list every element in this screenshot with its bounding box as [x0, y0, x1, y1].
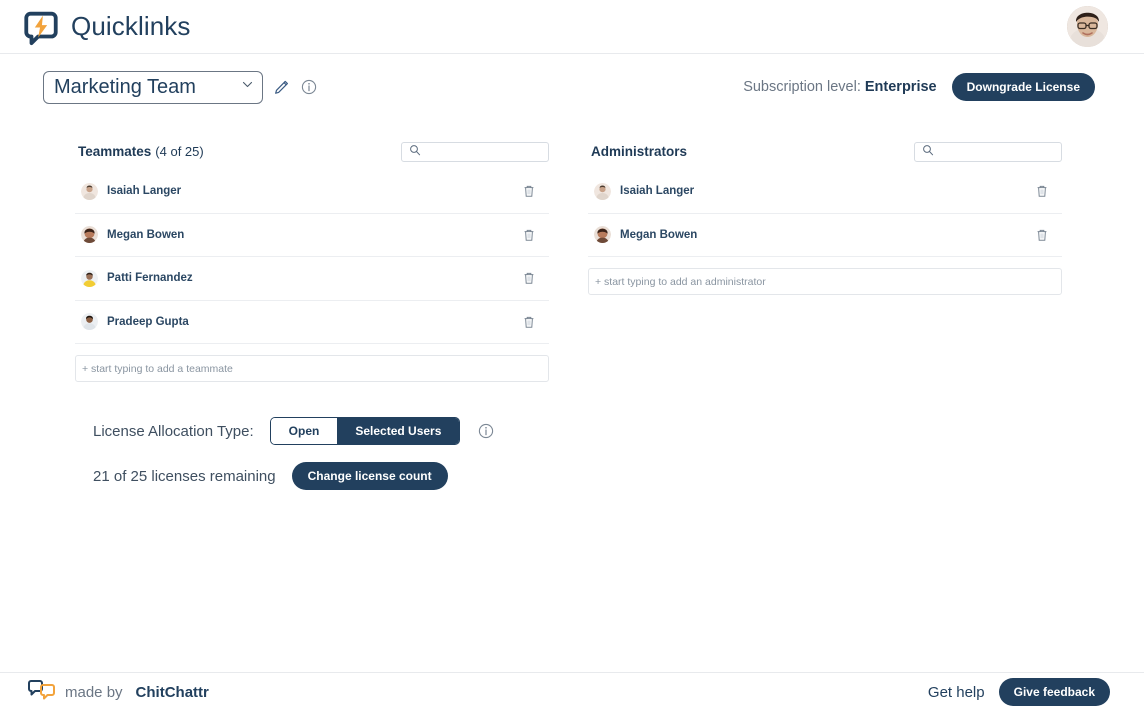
teammates-count: (4 of 25) [155, 144, 204, 159]
administrators-title: Administrators [591, 144, 688, 159]
get-help-link[interactable]: Get help [928, 684, 985, 701]
license-remaining-row: 21 of 25 licenses remaining Change licen… [93, 462, 1144, 490]
table-row[interactable]: Pradeep Gupta [75, 301, 549, 344]
list-item: Pradeep Gupta [107, 315, 189, 328]
license-allocation-label: License Allocation Type: [93, 422, 254, 440]
trash-icon[interactable] [521, 314, 537, 330]
search-icon [922, 143, 934, 161]
list-item: Isaiah Langer [620, 185, 695, 198]
team-select-value: Marketing Team [54, 75, 196, 98]
avatar [81, 313, 98, 331]
subscription-value: Enterprise [864, 79, 937, 95]
trash-icon[interactable] [521, 227, 537, 243]
table-row[interactable]: Patti Fernandez [75, 257, 549, 301]
administrators-search-input[interactable] [938, 146, 1061, 158]
avatar [81, 182, 98, 200]
licenses-remaining-text: 21 of 25 licenses remaining [93, 467, 276, 485]
teammates-header: Teammates (4 of 25) [75, 139, 549, 165]
administrators-search-box[interactable] [914, 142, 1062, 162]
add-administrator-field[interactable] [588, 268, 1062, 295]
list-item: Megan Bowen [107, 228, 185, 241]
user-avatar[interactable] [1067, 6, 1108, 47]
chevron-down-icon [241, 78, 254, 96]
table-row[interactable]: Isaiah Langer [75, 170, 549, 214]
administrators-header: Administrators [588, 139, 1062, 165]
subscription-group: Subscription level: Enterprise Downgrade… [743, 73, 1095, 101]
app-footer: made by ChitChattr Get help Give feedbac… [0, 672, 1144, 711]
table-row[interactable]: Megan Bowen [588, 214, 1062, 257]
team-select[interactable]: Marketing Team [43, 70, 263, 104]
teammates-title-group: Teammates (4 of 25) [78, 143, 204, 161]
add-teammate-input[interactable] [82, 362, 548, 375]
team-selector-group: Marketing Team [43, 70, 319, 104]
table-row[interactable]: Isaiah Langer [588, 170, 1062, 214]
add-teammate-field[interactable] [75, 355, 549, 382]
add-administrator-input[interactable] [595, 275, 1061, 288]
list-item: Patti Fernandez [107, 272, 193, 285]
teammates-title: Teammates [78, 144, 152, 159]
avatar [594, 182, 611, 200]
info-circle-icon[interactable] [299, 77, 319, 97]
trash-icon[interactable] [521, 183, 537, 199]
administrators-title-group: Administrators [591, 143, 687, 161]
give-feedback-button[interactable]: Give feedback [998, 678, 1110, 706]
footer-brand-group: made by ChitChattr [28, 679, 209, 705]
subscription-level: Subscription level: Enterprise [743, 79, 936, 95]
avatar [81, 226, 98, 244]
administrators-list: Isaiah Langer Megan Bowen [588, 170, 1062, 257]
license-allocation-row: License Allocation Type: Open Selected U… [93, 416, 1144, 446]
subheader: Marketing Team Subscription level: Enter… [0, 54, 1144, 120]
teammates-search-box[interactable] [401, 142, 549, 162]
teammates-list: Isaiah Langer Megan Bowen Patti Fernande… [75, 170, 549, 344]
license-section: License Allocation Type: Open Selected U… [93, 416, 1144, 490]
teammates-search-input[interactable] [425, 146, 548, 158]
trash-icon[interactable] [1034, 227, 1050, 243]
table-row[interactable]: Megan Bowen [75, 214, 549, 257]
member-columns: Teammates (4 of 25) Isaiah Langer Megan … [0, 139, 1144, 382]
search-icon [409, 143, 421, 161]
avatar [81, 269, 98, 287]
brand: Quicklinks [22, 8, 190, 46]
app-header: Quicklinks [0, 0, 1144, 54]
list-item: Isaiah Langer [107, 185, 182, 198]
footer-made-by: made by [65, 683, 123, 701]
footer-brand-name: ChitChattr [135, 683, 209, 701]
trash-icon[interactable] [1034, 183, 1050, 199]
license-allocation-toggle: Open Selected Users [269, 417, 461, 445]
subscription-prefix: Subscription level: [743, 79, 861, 95]
pencil-icon[interactable] [271, 77, 291, 97]
footer-actions: Get help Give feedback [928, 678, 1110, 706]
allocation-option-open[interactable]: Open [270, 418, 338, 444]
trash-icon[interactable] [521, 270, 537, 286]
chitchattr-bubbles-icon [28, 679, 55, 705]
avatar [594, 226, 611, 244]
teammates-column: Teammates (4 of 25) Isaiah Langer Megan … [75, 139, 549, 382]
quicklinks-bolt-bubble-icon [22, 8, 60, 46]
info-circle-icon[interactable] [476, 421, 496, 441]
brand-name: Quicklinks [71, 11, 191, 41]
downgrade-license-button[interactable]: Downgrade License [951, 73, 1095, 101]
administrators-column: Administrators Isaiah Langer Megan Bowen… [588, 139, 1062, 382]
allocation-option-selected-users[interactable]: Selected Users [337, 418, 460, 444]
list-item: Megan Bowen [620, 228, 698, 241]
change-license-count-button[interactable]: Change license count [291, 462, 448, 490]
